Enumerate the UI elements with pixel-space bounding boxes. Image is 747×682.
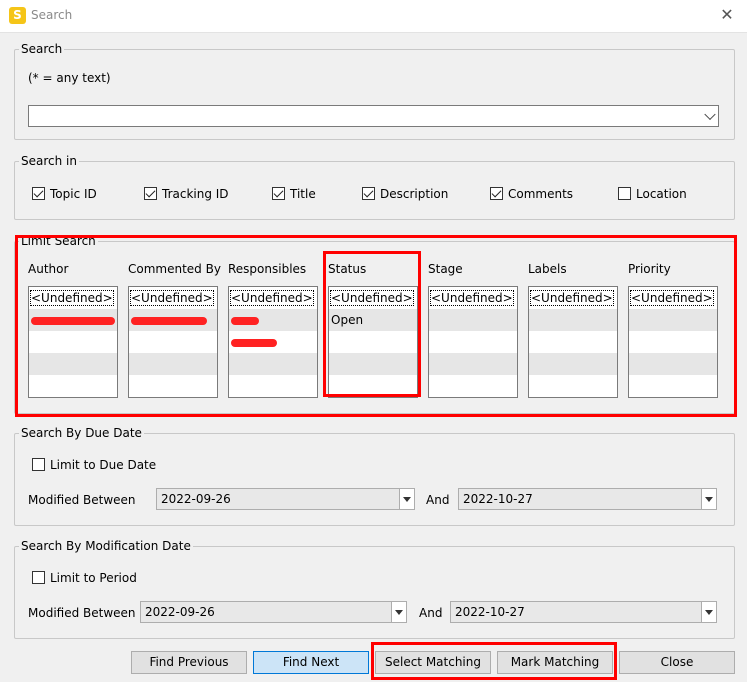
stage-label: Stage <box>428 262 463 276</box>
title-checkbox[interactable] <box>272 187 285 200</box>
mod-between-label: Modified Between <box>28 606 136 620</box>
responsibles-list[interactable]: <Undefined> <box>228 286 318 398</box>
list-item <box>429 353 517 375</box>
list-item[interactable]: <Undefined> <box>529 287 617 309</box>
list-item <box>129 353 217 375</box>
description-label: Description <box>380 187 449 201</box>
list-item <box>229 375 317 397</box>
priority-label: Priority <box>628 262 671 276</box>
title-bar: S Search ✕ <box>0 0 747 33</box>
list-item-redacted[interactable] <box>29 309 117 331</box>
list-item <box>529 375 617 397</box>
list-item <box>629 353 717 375</box>
list-item[interactable]: <Undefined> <box>429 287 517 309</box>
status-list[interactable]: <Undefined> Open <box>328 286 418 398</box>
list-item-redacted[interactable] <box>229 331 317 353</box>
limit-period-label: Limit to Period <box>50 571 137 585</box>
find-previous-button[interactable]: Find Previous <box>131 651 247 674</box>
window-title: Search <box>31 8 73 22</box>
search-in-legend: Search in <box>21 154 77 168</box>
list-item <box>529 353 617 375</box>
find-next-button[interactable]: Find Next <box>253 651 369 674</box>
comments-checkbox[interactable] <box>490 187 503 200</box>
due-to-dropdown-icon[interactable] <box>701 488 717 510</box>
due-and-label: And <box>426 493 450 507</box>
list-item <box>429 309 517 331</box>
due-from-dropdown-icon[interactable] <box>399 488 415 510</box>
close-button[interactable]: Close <box>619 651 735 674</box>
topic-id-checkbox[interactable] <box>32 187 45 200</box>
list-item <box>629 375 717 397</box>
list-item[interactable]: <Undefined> <box>329 287 417 309</box>
location-checkbox[interactable] <box>618 187 631 200</box>
labels-label: Labels <box>528 262 567 276</box>
list-item <box>29 353 117 375</box>
list-item-redacted[interactable] <box>229 309 317 331</box>
list-item <box>229 353 317 375</box>
author-list[interactable]: <Undefined> <box>28 286 118 398</box>
list-item <box>329 375 417 397</box>
list-item <box>429 375 517 397</box>
mod-date-group: Search By Modification Date <box>14 539 735 639</box>
list-item <box>529 331 617 353</box>
list-item[interactable]: <Undefined> <box>29 287 117 309</box>
mod-to-dropdown-icon[interactable] <box>701 601 717 623</box>
labels-list[interactable]: <Undefined> <box>528 286 618 398</box>
topic-id-label: Topic ID <box>50 187 97 201</box>
list-item[interactable]: <Undefined> <box>229 287 317 309</box>
responsibles-label: Responsibles <box>228 262 307 276</box>
list-item <box>629 331 717 353</box>
due-between-label: Modified Between <box>28 493 136 507</box>
chevron-down-icon[interactable] <box>704 108 716 121</box>
limit-period-checkbox[interactable] <box>32 571 45 584</box>
mod-and-label: And <box>419 606 443 620</box>
list-item <box>329 353 417 375</box>
commented-by-list[interactable]: <Undefined> <box>128 286 218 398</box>
mod-from-date-field[interactable]: 2022-09-26 <box>140 601 392 623</box>
due-from-date-field[interactable]: 2022-09-26 <box>156 488 400 510</box>
search-group-legend: Search <box>21 42 63 56</box>
list-item <box>29 375 117 397</box>
stage-list[interactable]: <Undefined> <box>428 286 518 398</box>
limit-due-date-label: Limit to Due Date <box>50 458 157 472</box>
tracking-id-label: Tracking ID <box>162 187 229 201</box>
due-date-group: Search By Due Date <box>14 426 735 526</box>
due-date-legend: Search By Due Date <box>21 426 142 440</box>
list-item <box>129 375 217 397</box>
list-item <box>629 309 717 331</box>
select-matching-button[interactable]: Select Matching <box>375 651 491 674</box>
description-checkbox[interactable] <box>362 187 375 200</box>
author-label: Author <box>28 262 69 276</box>
list-item[interactable]: <Undefined> <box>629 287 717 309</box>
location-label: Location <box>636 187 687 201</box>
app-logo-icon: S <box>9 7 26 24</box>
mod-to-date-field[interactable]: 2022-10-27 <box>450 601 702 623</box>
due-to-date-field[interactable]: 2022-10-27 <box>458 488 702 510</box>
list-item-redacted[interactable] <box>129 309 217 331</box>
limit-search-legend: Limit Search <box>21 234 96 248</box>
commented-by-label: Commented By <box>128 262 221 276</box>
list-item <box>329 331 417 353</box>
search-input[interactable] <box>28 105 719 127</box>
list-item <box>529 309 617 331</box>
tracking-id-checkbox[interactable] <box>144 187 157 200</box>
list-item <box>129 331 217 353</box>
limit-due-date-checkbox[interactable] <box>32 458 45 471</box>
comments-label: Comments <box>508 187 574 201</box>
status-label: Status <box>328 262 367 276</box>
priority-list[interactable]: <Undefined> <box>628 286 718 398</box>
close-window-icon[interactable]: ✕ <box>717 5 737 25</box>
title-label: Title <box>290 187 316 201</box>
mod-date-legend: Search By Modification Date <box>21 539 191 553</box>
mod-from-dropdown-icon[interactable] <box>391 601 407 623</box>
list-item[interactable]: <Undefined> <box>129 287 217 309</box>
mark-matching-button[interactable]: Mark Matching <box>497 651 613 674</box>
list-item <box>429 331 517 353</box>
list-item <box>29 331 117 353</box>
search-hint: (* = any text) <box>28 71 111 85</box>
list-item[interactable]: Open <box>329 309 417 331</box>
